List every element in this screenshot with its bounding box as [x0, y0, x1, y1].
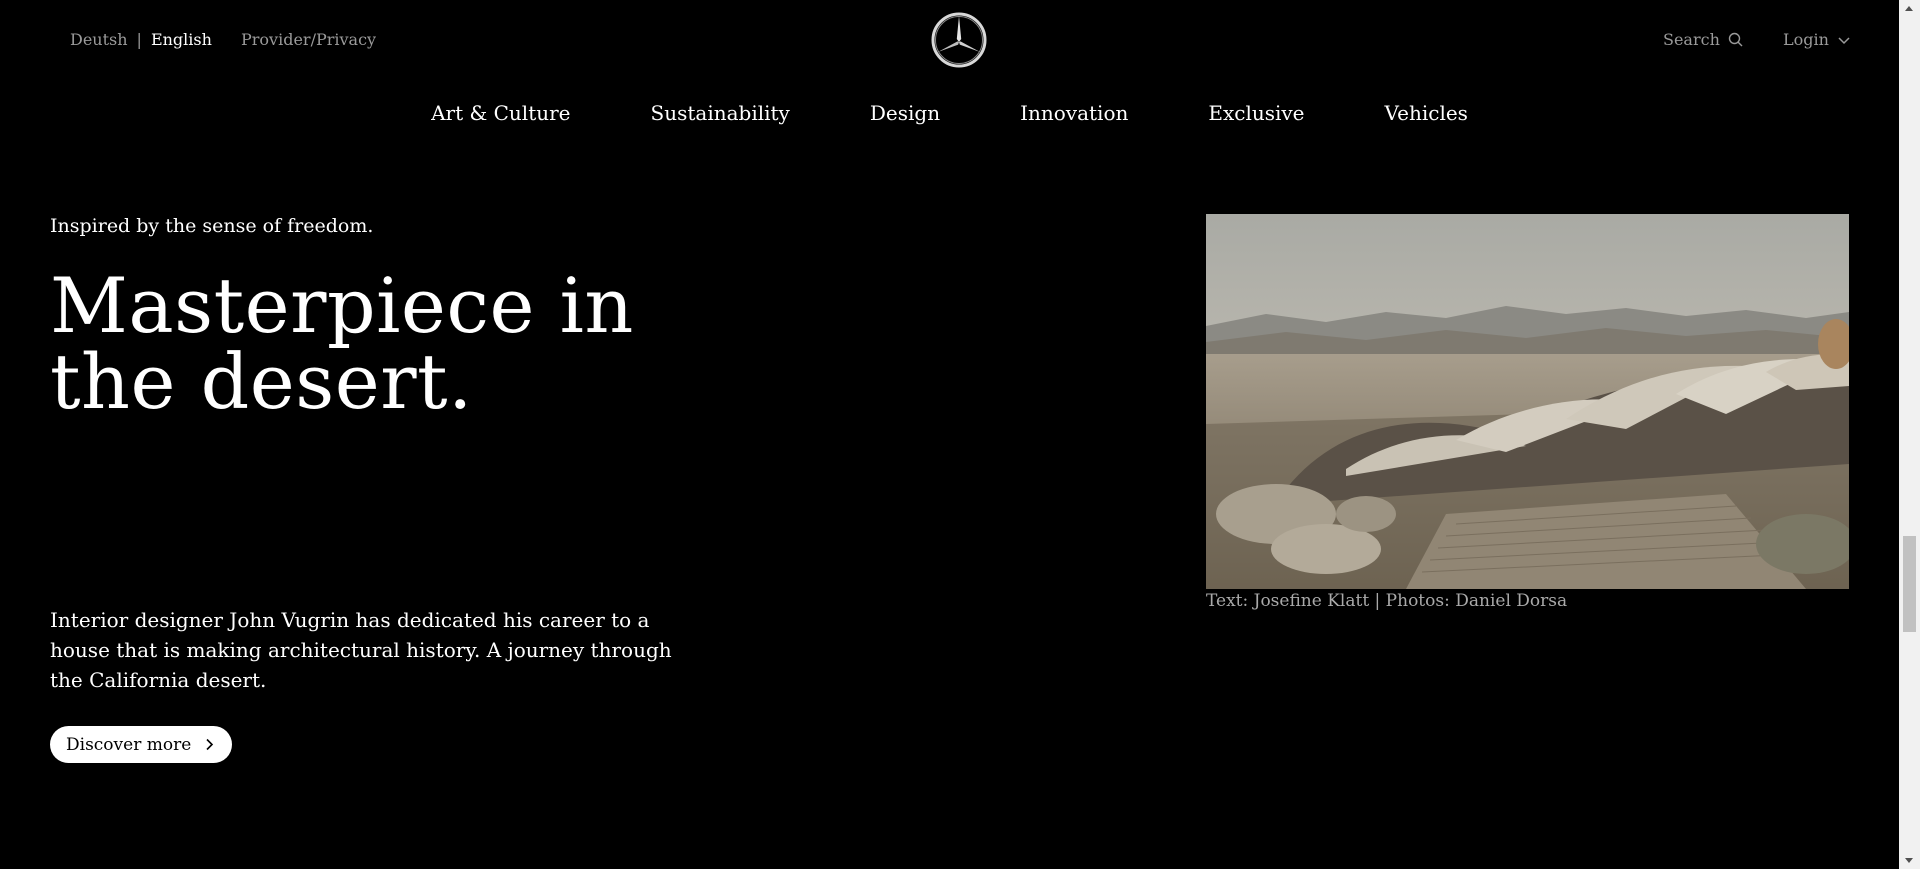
nav-item-innovation[interactable]: Innovation	[1020, 101, 1128, 125]
language-switcher: Deutsh | English	[70, 30, 212, 49]
nav-item-sustainability[interactable]: Sustainability	[651, 101, 790, 125]
search-icon	[1728, 32, 1743, 47]
nav-item-exclusive[interactable]: Exclusive	[1208, 101, 1304, 125]
nav-item-design[interactable]: Design	[870, 101, 940, 125]
scroll-down-arrow[interactable]	[1905, 858, 1913, 863]
photo-caption: Text: Josefine Klatt | Photos: Daniel Do…	[1206, 591, 1568, 611]
nav-item-vehicles[interactable]: Vehicles	[1385, 101, 1468, 125]
provider-privacy-link[interactable]: Provider/Privacy	[241, 30, 376, 49]
top-bar: Deutsh | English Provider/Privacy Search…	[0, 0, 1899, 80]
login-label: Login	[1783, 30, 1829, 49]
desert-house-photo	[1206, 214, 1849, 589]
discover-more-button[interactable]: Discover more	[50, 726, 233, 763]
page-scrollbar[interactable]	[1899, 0, 1920, 869]
main-navigation: Art & Culture Sustainability Design Inno…	[0, 101, 1899, 125]
scrollbar-thumb[interactable]	[1903, 536, 1916, 632]
chevron-right-icon	[206, 738, 214, 751]
nav-item-art-culture[interactable]: Art & Culture	[431, 101, 570, 125]
hero-title-line-2: the desert.	[50, 337, 473, 426]
chevron-down-icon	[1838, 36, 1850, 44]
search-label: Search	[1663, 30, 1720, 49]
hero-description: Interior designer John Vugrin has dedica…	[50, 608, 672, 692]
mercedes-star-icon[interactable]	[930, 11, 988, 69]
login-menu[interactable]: Login	[1783, 30, 1851, 49]
scroll-up-arrow[interactable]	[1905, 6, 1913, 11]
search-button[interactable]: Search	[1663, 30, 1743, 49]
language-separator: |	[136, 30, 142, 49]
hero-eyebrow: Inspired by the sense of freedom.	[50, 215, 374, 237]
language-de-link[interactable]: Deutsh	[70, 30, 128, 49]
hero-title: Masterpiece in the desert.	[50, 268, 634, 420]
discover-more-label: Discover more	[66, 734, 192, 755]
language-en-link[interactable]: English	[151, 30, 212, 49]
